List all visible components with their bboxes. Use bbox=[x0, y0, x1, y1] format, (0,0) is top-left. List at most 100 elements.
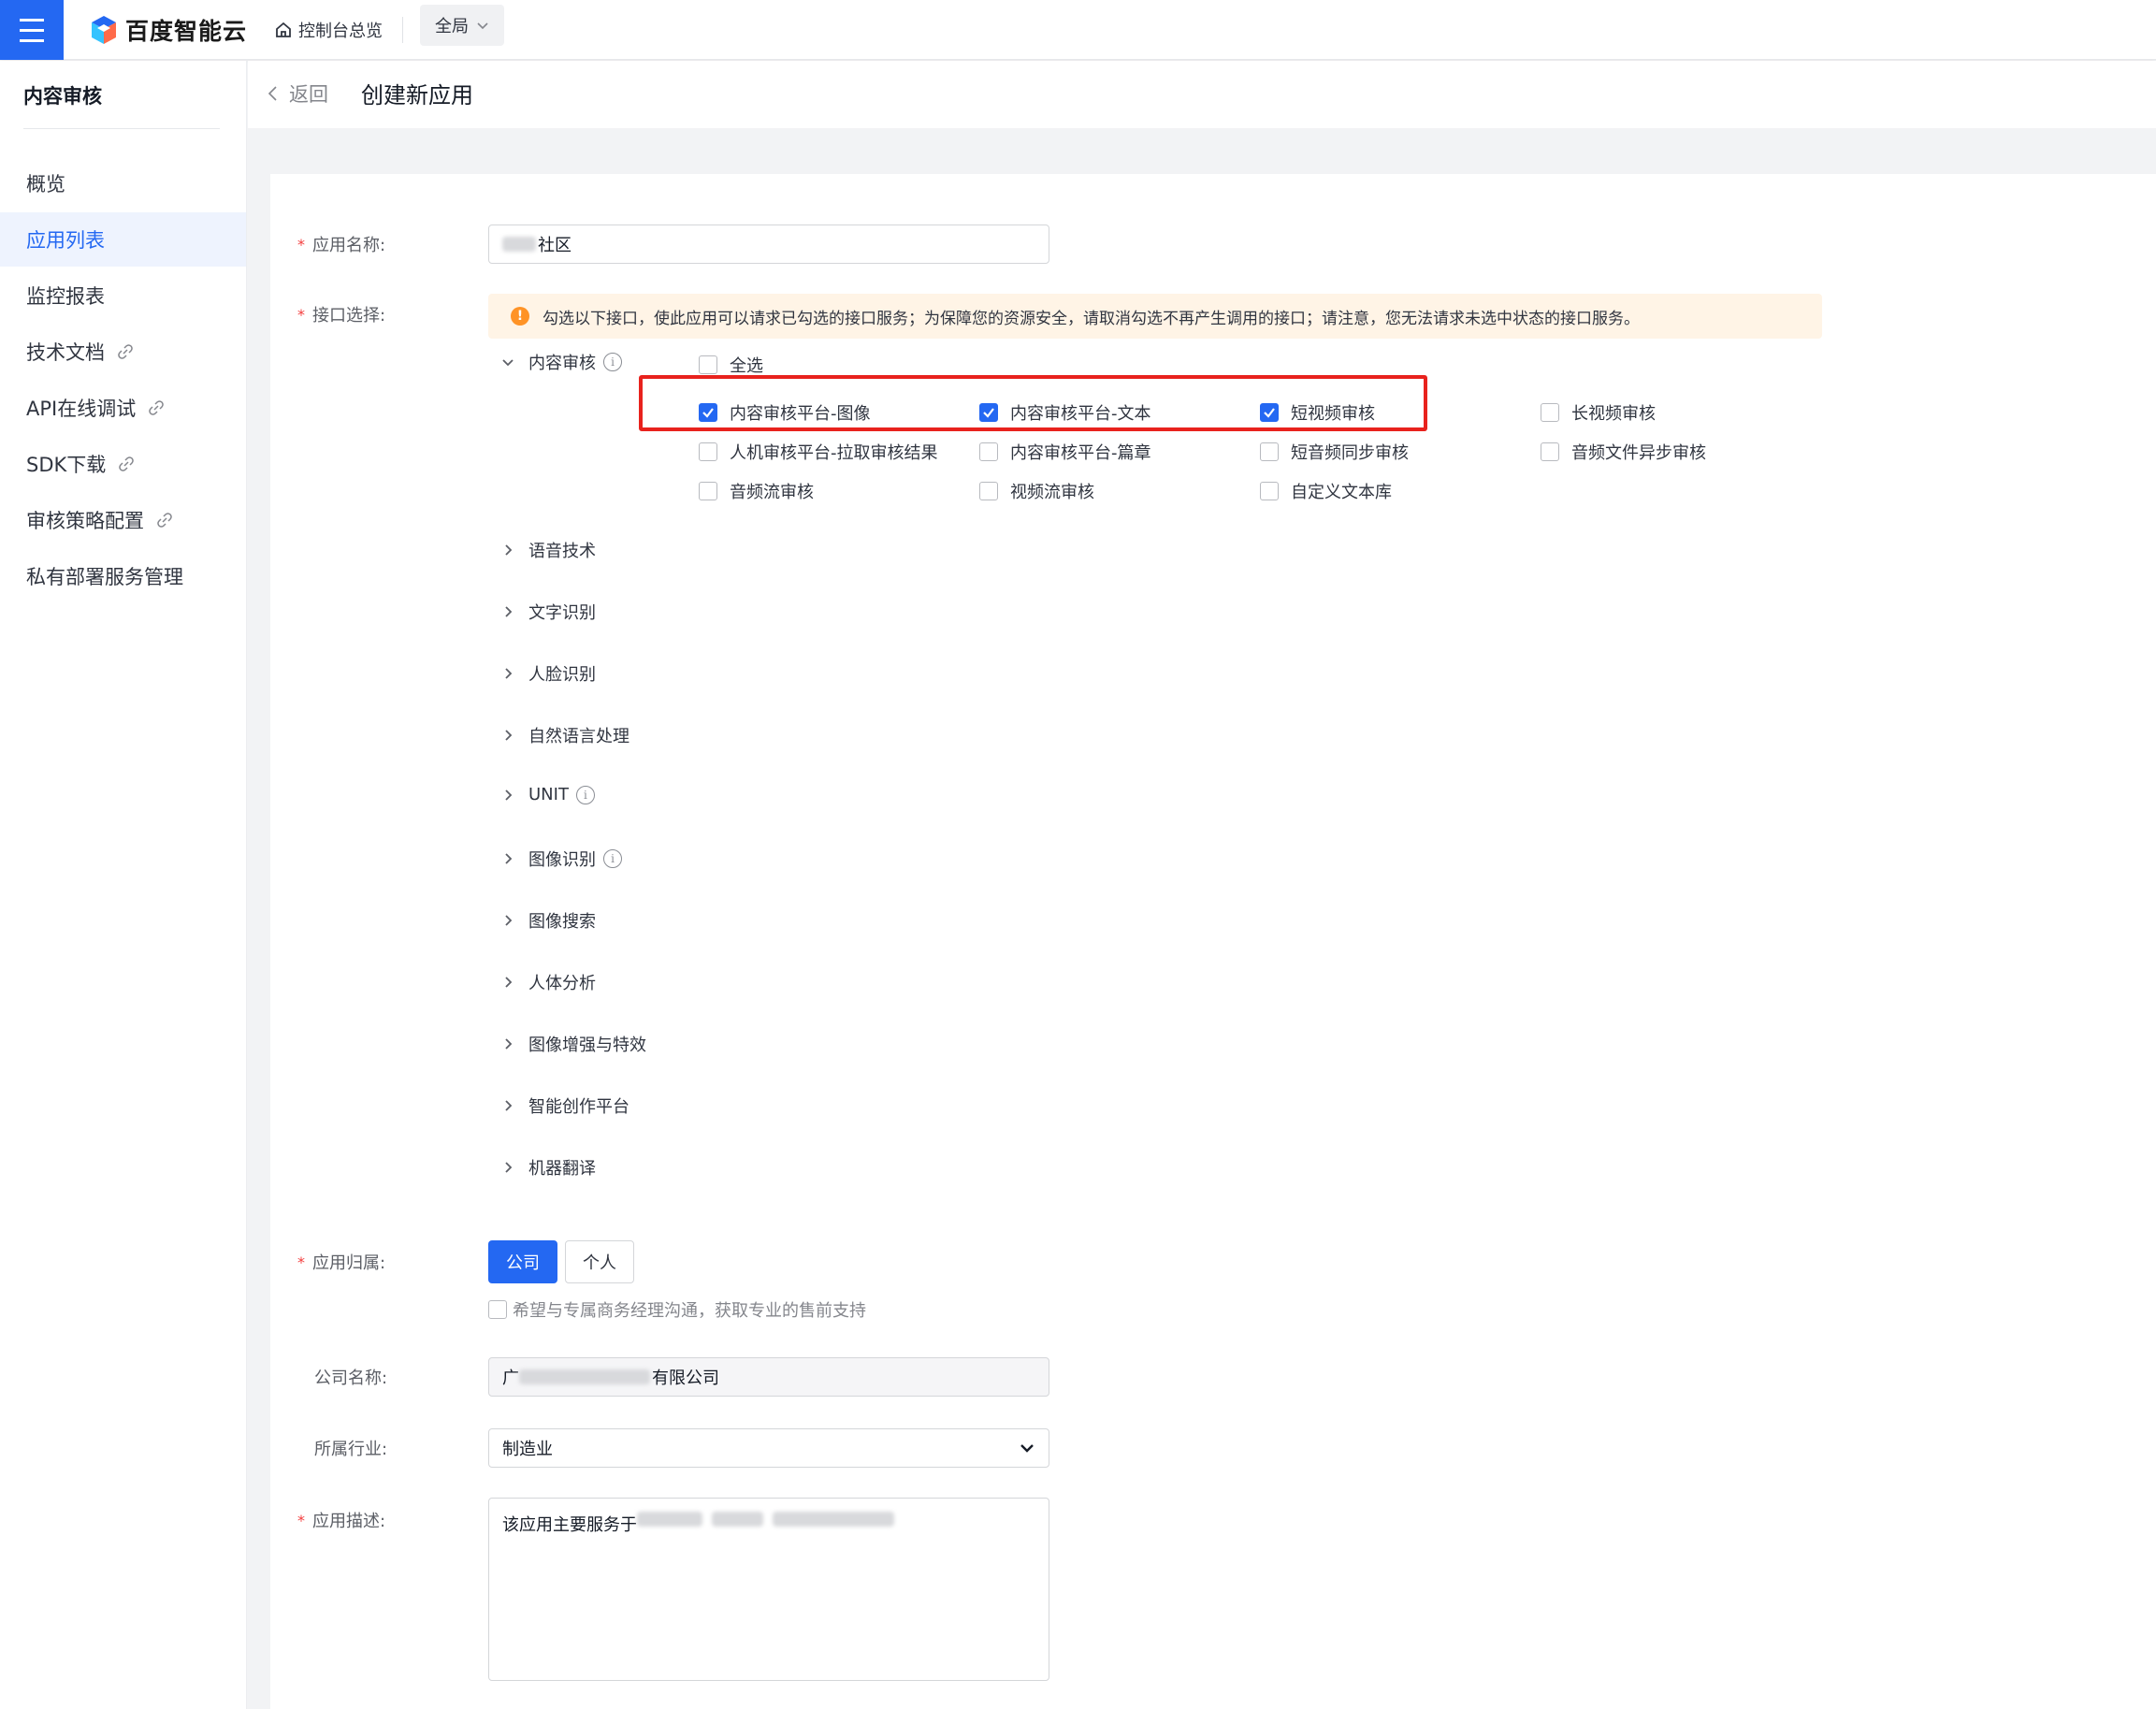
checkbox-audio-stream[interactable]: 音频流审核 bbox=[699, 479, 814, 503]
checkbox-box[interactable] bbox=[1541, 442, 1559, 461]
sidebar-item-label: API在线调试 bbox=[26, 398, 137, 420]
brand-logo[interactable]: 百度智能云 bbox=[90, 11, 247, 49]
link-icon bbox=[118, 344, 133, 359]
group-machine-translation[interactable]: 机器翻译 bbox=[499, 1155, 596, 1180]
group-nlp[interactable]: 自然语言处理 bbox=[499, 723, 629, 747]
chevron-left-icon bbox=[268, 86, 277, 101]
group-label: 图像搜索 bbox=[528, 912, 596, 932]
checkbox-box[interactable] bbox=[699, 355, 717, 374]
notice-text: 勾选以下接口，使此应用可以请求已勾选的接口服务；为保障您的资源安全，请取消勾选不… bbox=[543, 309, 1640, 328]
menu-icon[interactable] bbox=[0, 0, 64, 60]
description-label: * 应用描述: bbox=[297, 1511, 386, 1532]
scope-label: 全局 bbox=[435, 17, 469, 36]
sidebar-item-monitor[interactable]: 监控报表 bbox=[0, 268, 246, 323]
checkbox-short-video[interactable]: 短视频审核 bbox=[1260, 400, 1375, 425]
group-speech[interactable]: 语音技术 bbox=[499, 538, 596, 562]
group-face[interactable]: 人脸识别 bbox=[499, 661, 596, 686]
owner-label: * 应用归属: bbox=[297, 1253, 386, 1274]
sidebar-item-docs[interactable]: 技术文档 bbox=[0, 325, 246, 379]
sidebar: 内容审核 概览 应用列表 监控报表 技术文档 API在线调试 SDK下载 审核策… bbox=[0, 61, 247, 1709]
group-unit[interactable]: UNIT i bbox=[499, 785, 595, 804]
checkbox-box[interactable] bbox=[488, 1300, 507, 1319]
app-name-input[interactable]: 社区 bbox=[488, 224, 1049, 264]
info-icon[interactable]: i bbox=[603, 849, 622, 868]
group-label: 人体分析 bbox=[528, 974, 596, 993]
checkbox-short-audio[interactable]: 短音频同步审核 bbox=[1260, 440, 1409, 464]
back-label: 返回 bbox=[289, 83, 328, 106]
checkbox-label: 音频流审核 bbox=[730, 483, 814, 502]
page-title: 创建新应用 bbox=[361, 82, 473, 109]
checkbox-label: 视频流审核 bbox=[1010, 483, 1094, 502]
contact-manager-checkbox[interactable]: 希望与专属商务经理沟通，获取专业的售前支持 bbox=[488, 1297, 866, 1322]
checkbox-long-video[interactable]: 长视频审核 bbox=[1541, 400, 1656, 425]
sidebar-item-sdk[interactable]: SDK下载 bbox=[0, 437, 246, 491]
checkbox-video-stream[interactable]: 视频流审核 bbox=[979, 479, 1094, 503]
group-body-analysis[interactable]: 人体分析 bbox=[499, 970, 596, 994]
group-image-enhance[interactable]: 图像增强与特效 bbox=[499, 1032, 646, 1056]
app-name-value: 社区 bbox=[538, 236, 572, 255]
chevron-right-icon bbox=[499, 666, 517, 681]
checkbox-label: 短音频同步审核 bbox=[1291, 443, 1409, 463]
checkbox-box[interactable] bbox=[979, 482, 998, 500]
group-label: 智能创作平台 bbox=[528, 1097, 629, 1117]
description-text: 该应用主要服务于 bbox=[502, 1515, 637, 1535]
company-name-input: 广 有限公司 bbox=[488, 1357, 1049, 1397]
group-label: 机器翻译 bbox=[528, 1159, 596, 1179]
group-label: 人脸识别 bbox=[528, 665, 596, 685]
checkbox-text-moderation[interactable]: 内容审核平台-文本 bbox=[979, 400, 1151, 425]
sidebar-item-app-list[interactable]: 应用列表 bbox=[0, 212, 246, 267]
scope-dropdown[interactable]: 全局 bbox=[420, 5, 504, 46]
checkbox-box[interactable] bbox=[1260, 482, 1279, 500]
sidebar-item-label: 监控报表 bbox=[26, 285, 105, 308]
page-header: 返回 创建新应用 bbox=[248, 61, 2156, 128]
chevron-right-icon bbox=[499, 913, 517, 928]
back-button[interactable]: 返回 bbox=[267, 80, 328, 108]
cloud-logo-icon bbox=[92, 16, 116, 44]
api-notice: ! 勾选以下接口，使此应用可以请求已勾选的接口服务；为保障您的资源安全，请取消勾… bbox=[488, 294, 1822, 339]
sidebar-item-api-debug[interactable]: API在线调试 bbox=[0, 381, 246, 435]
group-label: UNIT bbox=[528, 785, 569, 804]
group-label: 图像识别 bbox=[528, 850, 596, 870]
checkbox-article-moderation[interactable]: 内容审核平台-篇章 bbox=[979, 440, 1151, 464]
group-image-recognition[interactable]: 图像识别 i bbox=[499, 847, 622, 871]
select-all-checkbox[interactable]: 全选 bbox=[699, 353, 763, 377]
checkbox-human-review[interactable]: 人机审核平台-拉取审核结果 bbox=[699, 440, 938, 464]
info-icon[interactable]: i bbox=[603, 353, 622, 371]
checkbox-box[interactable] bbox=[1260, 403, 1279, 422]
chevron-down-icon bbox=[477, 22, 488, 30]
sidebar-item-label: 概览 bbox=[26, 173, 65, 196]
sidebar-item-private-deploy[interactable]: 私有部署服务管理 bbox=[0, 549, 246, 603]
owner-company-button[interactable]: 公司 bbox=[488, 1240, 557, 1283]
sidebar-item-policy[interactable]: 审核策略配置 bbox=[0, 493, 246, 547]
industry-select[interactable]: 制造业 bbox=[488, 1428, 1049, 1468]
info-icon[interactable]: i bbox=[575, 785, 595, 804]
console-home-link[interactable]: 控制台总览 bbox=[274, 13, 383, 47]
checkbox-box[interactable] bbox=[1541, 403, 1559, 422]
description-textarea[interactable]: 该应用主要服务于 bbox=[488, 1498, 1049, 1681]
checkbox-box[interactable] bbox=[979, 403, 998, 422]
checkbox-image-moderation[interactable]: 内容审核平台-图像 bbox=[699, 400, 871, 425]
company-name-suffix: 有限公司 bbox=[652, 1369, 719, 1388]
group-label: 内容审核 bbox=[528, 354, 596, 373]
group-creation-platform[interactable]: 智能创作平台 bbox=[499, 1093, 629, 1118]
checkbox-box[interactable] bbox=[699, 403, 717, 422]
sidebar-item-overview[interactable]: 概览 bbox=[0, 156, 246, 210]
home-icon bbox=[276, 22, 291, 37]
checkbox-label: 内容审核平台-篇章 bbox=[1010, 443, 1151, 463]
chevron-right-icon bbox=[499, 851, 517, 866]
checkbox-box[interactable] bbox=[979, 442, 998, 461]
group-image-search[interactable]: 图像搜索 bbox=[499, 908, 596, 933]
checkbox-audio-file[interactable]: 音频文件异步审核 bbox=[1541, 440, 1706, 464]
checkbox-box[interactable] bbox=[1260, 442, 1279, 461]
group-label: 文字识别 bbox=[528, 603, 596, 623]
group-content-moderation[interactable]: 内容审核 i bbox=[499, 350, 622, 374]
sidebar-item-label: 审核策略配置 bbox=[26, 510, 144, 532]
checkbox-label: 短视频审核 bbox=[1291, 404, 1375, 424]
group-ocr[interactable]: 文字识别 bbox=[499, 600, 596, 624]
checkbox-box[interactable] bbox=[699, 442, 717, 461]
checkbox-box[interactable] bbox=[699, 482, 717, 500]
owner-personal-button[interactable]: 个人 bbox=[565, 1240, 634, 1283]
checkbox-custom-text-lib[interactable]: 自定义文本库 bbox=[1260, 479, 1392, 503]
checkbox-label: 长视频审核 bbox=[1571, 404, 1656, 424]
industry-value: 制造业 bbox=[502, 1440, 553, 1459]
